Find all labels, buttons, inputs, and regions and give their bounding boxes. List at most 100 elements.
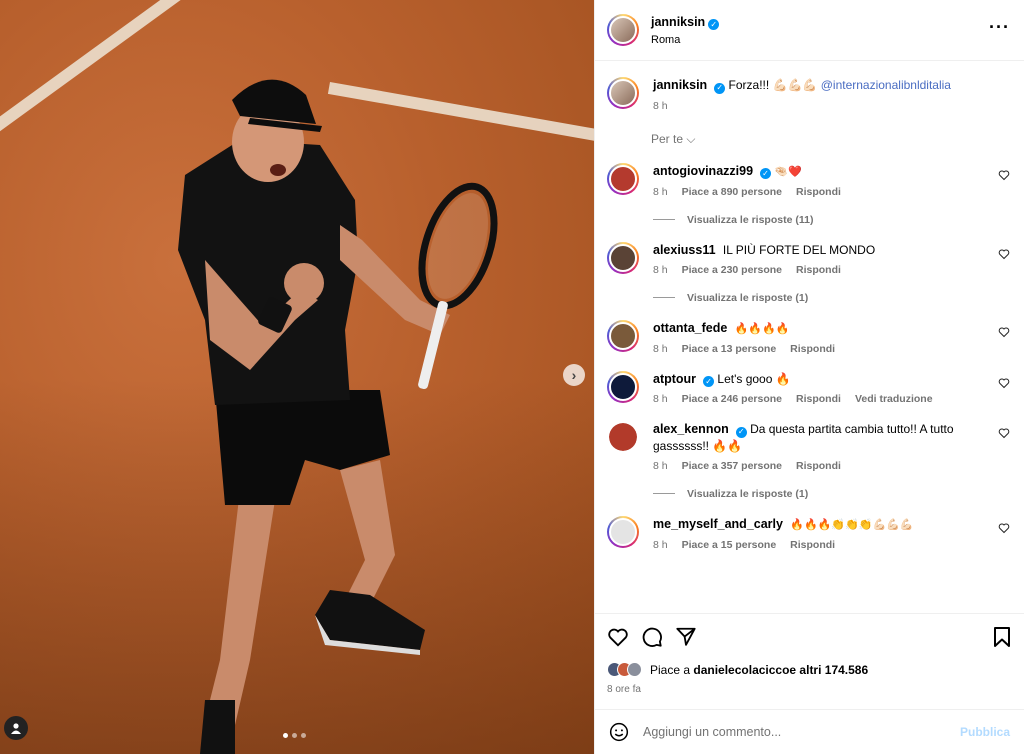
comment-time: 8 h — [653, 393, 668, 405]
comment-item: atptour ✓ Let's gooo 🔥 8 h Piace a 246 pe… — [607, 370, 1010, 405]
comment-text: 🔥🔥🔥👏👏👏💪🏻💪🏻💪🏻 — [790, 518, 914, 531]
heart-icon[interactable] — [998, 427, 1010, 439]
comment-likes-link[interactable]: Piace a 13 persone — [682, 343, 777, 355]
comment-icon[interactable] — [641, 626, 663, 648]
post-time: 8 ore fa — [607, 684, 641, 695]
likes-others[interactable]: e altri 174.586 — [789, 663, 868, 677]
comment-time: 8 h — [653, 538, 668, 551]
comment-likes-link[interactable]: Piace a 357 persone — [682, 460, 782, 472]
comment-text: 🤏🏻❤️ — [774, 165, 802, 178]
carousel-dot — [283, 733, 288, 738]
view-replies-button[interactable]: Visualizza le risposte (1) — [653, 488, 1010, 500]
likes-prefix: Piace a — [650, 662, 691, 677]
comment-text: Let's gooo 🔥 — [717, 371, 791, 386]
comment-avatar[interactable] — [607, 515, 639, 548]
caption-text: Forza!!! 💪🏻💪🏻💪🏻 — [728, 78, 818, 92]
caption-mention-link[interactable]: @internazionalibnlditalia — [821, 78, 951, 92]
comment-username[interactable]: ottanta_fede — [653, 321, 727, 335]
comment-time: 8 h — [653, 342, 668, 355]
author-avatar[interactable] — [607, 14, 639, 46]
carousel-dot — [301, 733, 306, 738]
post-header: janniksin ✓ Roma ··· — [595, 0, 1024, 61]
verified-icon: ✓ — [708, 19, 720, 30]
comment-text: IL PIÙ FORTE DEL MONDO — [722, 242, 876, 257]
comment-item: antogiovinazzi99 ✓ 🤏🏻❤️ 8 h Piace a 890 p… — [607, 162, 1010, 198]
verified-icon: ✓ — [735, 426, 747, 438]
replies-label: Visualizza le risposte (1) — [687, 291, 809, 304]
sort-label: Per te — [651, 131, 684, 146]
verified-icon: ✓ — [760, 168, 772, 179]
view-replies-button[interactable]: Visualizza le risposte (1) — [653, 292, 1010, 304]
user-tag-icon — [11, 723, 21, 734]
more-icon[interactable]: ··· — [989, 18, 1010, 36]
heart-icon[interactable] — [998, 522, 1010, 534]
reply-button[interactable]: Rispondi — [790, 343, 835, 355]
tennis-player-photo — [178, 79, 498, 754]
post-side-panel: janniksin ✓ Roma ··· janniksin ✓ Forza!!! … — [594, 0, 1024, 754]
chevron-right-icon: › — [571, 367, 577, 383]
verified-icon: ✓ — [714, 82, 726, 94]
comment-avatar[interactable] — [607, 370, 639, 403]
comment-text: 🔥🔥🔥🔥 — [734, 322, 790, 335]
comment-username[interactable]: alex_kennon — [653, 422, 729, 436]
author-avatar[interactable] — [607, 77, 639, 109]
translate-button[interactable]: Vedi traduzione — [855, 393, 933, 405]
bookmark-icon[interactable] — [992, 626, 1012, 648]
carousel-indicator — [283, 733, 306, 738]
post-media[interactable]: › — [0, 0, 594, 754]
comment-avatar[interactable] — [607, 241, 639, 274]
comment-avatar[interactable] — [609, 423, 637, 451]
publish-button[interactable]: Pubblica — [960, 725, 1010, 739]
comment-time: 8 h — [653, 185, 668, 198]
add-comment-bar: Pubblica — [595, 709, 1024, 754]
comments-list[interactable]: janniksin ✓ Forza!!! 💪🏻💪🏻💪🏻 @internaziona… — [595, 61, 1024, 613]
tagged-users-button[interactable] — [4, 716, 28, 740]
heart-icon[interactable] — [998, 326, 1010, 338]
comment-likes-link[interactable]: Piace a 15 persone — [682, 539, 777, 551]
heart-icon[interactable] — [998, 248, 1010, 260]
comment-username[interactable]: alexiuss11 — [653, 243, 716, 257]
post-location[interactable]: Roma — [651, 34, 719, 46]
likes-summary[interactable]: Piace a danielecolacicco e altri 174.586 — [607, 662, 1012, 677]
comment-item: alexiuss11 IL PIÙ FORTE DEL MONDO 8 h Pi… — [607, 241, 1010, 276]
comment-likes-link[interactable]: Piace a 230 persone — [682, 264, 782, 276]
reply-button[interactable]: Rispondi — [796, 460, 841, 472]
comment-avatar[interactable] — [607, 319, 639, 352]
share-icon[interactable] — [675, 626, 697, 648]
reply-button[interactable]: Rispondi — [796, 186, 841, 198]
emoji-icon[interactable] — [609, 722, 629, 742]
reply-button[interactable]: Rispondi — [796, 393, 841, 405]
replies-label: Visualizza le risposte (1) — [687, 487, 809, 500]
chevron-down-icon: ⌵ — [686, 131, 696, 146]
comment-avatar[interactable] — [607, 162, 639, 195]
verified-icon: ✓ — [703, 376, 715, 387]
reply-button[interactable]: Rispondi — [790, 539, 835, 551]
comment-likes-link[interactable]: Piace a 246 persone — [682, 393, 782, 405]
heart-icon[interactable] — [607, 626, 629, 648]
heart-icon[interactable] — [998, 377, 1010, 389]
next-media-button[interactable]: › — [563, 364, 585, 386]
comment-time: 8 h — [653, 459, 668, 472]
comment-item: alex_kennon ✓ Da questa partita cambia tu… — [607, 421, 1010, 472]
author-username[interactable]: janniksin — [651, 15, 705, 29]
comment-username[interactable]: me_myself_and_carly — [653, 517, 783, 531]
comment-username[interactable]: antogiovinazzi99 — [653, 164, 753, 178]
replies-label: Visualizza le risposte (11) — [687, 213, 814, 226]
comment-item: me_myself_and_carly 🔥🔥🔥👏👏👏💪🏻💪🏻💪🏻 8 h Pia… — [607, 515, 1010, 551]
likes-user[interactable]: danielecolacicco — [693, 663, 789, 677]
comment-input[interactable] — [643, 725, 960, 739]
reply-button[interactable]: Rispondi — [796, 264, 841, 276]
comment-likes-link[interactable]: Piace a 890 persone — [682, 186, 782, 198]
post-caption: janniksin ✓ Forza!!! 💪🏻💪🏻💪🏻 @internaziona… — [607, 77, 1010, 112]
caption-time: 8 h — [653, 99, 668, 112]
post-actions: Piace a danielecolacicco e altri 174.586… — [595, 613, 1024, 709]
caption-username[interactable]: janniksin — [653, 78, 707, 92]
view-replies-button[interactable]: Visualizza le risposte (11) — [653, 214, 1010, 226]
comment-item: ottanta_fede 🔥🔥🔥🔥 8 h Piace a 13 persone… — [607, 319, 1010, 355]
comment-sort-dropdown[interactable]: Per te ⌵ — [651, 132, 1010, 147]
heart-icon[interactable] — [998, 169, 1010, 181]
carousel-dot — [292, 733, 297, 738]
comment-time: 8 h — [653, 263, 668, 276]
comment-username[interactable]: atptour — [653, 372, 696, 386]
liker-avatars — [607, 662, 642, 677]
